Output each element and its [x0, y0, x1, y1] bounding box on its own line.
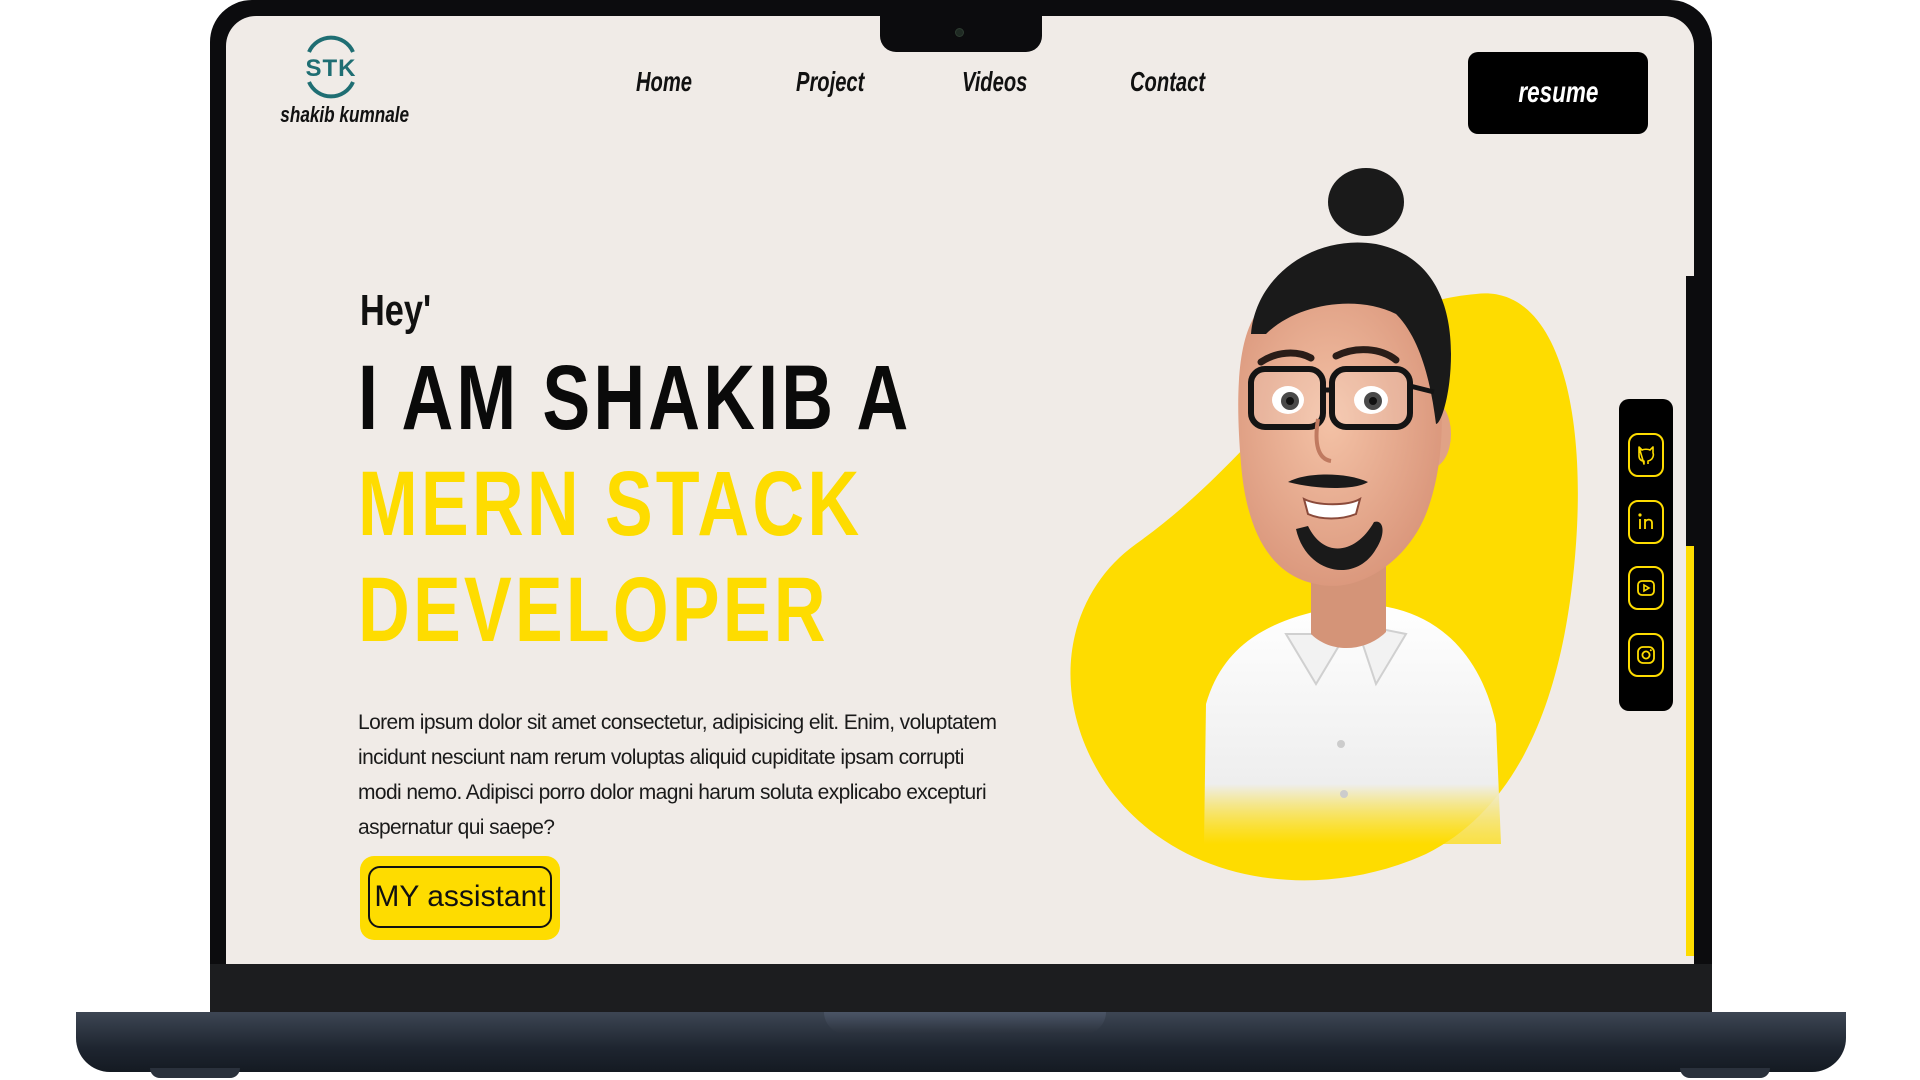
nav-home[interactable]: Home	[636, 66, 701, 98]
nav-contact[interactable]: Contact	[1130, 66, 1209, 98]
hero-headline: I AM SHAKIB A	[358, 347, 912, 449]
laptop-foot-right	[1680, 1068, 1770, 1078]
github-icon[interactable]	[1628, 433, 1664, 478]
youtube-icon[interactable]	[1628, 566, 1664, 611]
nav-videos[interactable]: Videos	[962, 66, 1034, 98]
camera-notch	[880, 14, 1042, 52]
hero-role-line1: MERN STACK	[358, 453, 863, 555]
logo[interactable]: STK shakib kumnale	[266, 30, 410, 128]
camera-icon	[955, 28, 964, 37]
linkedin-icon[interactable]	[1628, 499, 1664, 544]
laptop-hinge-notch	[824, 1012, 1106, 1034]
hero-greeting: Hey'	[360, 286, 432, 335]
page-scrollbar[interactable]	[1686, 276, 1694, 956]
resume-button-label: resume	[1517, 76, 1599, 109]
hero-role-line2: DEVELOPER	[358, 559, 829, 661]
assistant-button-label: MY assistant	[368, 866, 552, 928]
svg-text:STK: STK	[306, 55, 357, 82]
social-links-bar	[1619, 399, 1673, 711]
hero-description: Lorem ipsum dolor sit amet consectetur, …	[358, 711, 997, 839]
nav-project[interactable]: Project	[796, 66, 875, 98]
instagram-icon[interactable]	[1628, 632, 1664, 677]
assistant-button[interactable]: MY assistant	[360, 856, 560, 940]
laptop-chin	[210, 964, 1712, 1012]
resume-button[interactable]: resume	[1468, 52, 1648, 134]
logo-mark-icon: STK	[299, 30, 363, 100]
avatar-illustration	[1056, 164, 1596, 944]
scrollbar-thumb[interactable]	[1686, 276, 1694, 546]
logo-name: shakib kumnale	[280, 102, 410, 127]
laptop-foot-left	[150, 1068, 240, 1078]
website-screen: STK shakib kumnale Home Project Videos C…	[226, 16, 1694, 964]
